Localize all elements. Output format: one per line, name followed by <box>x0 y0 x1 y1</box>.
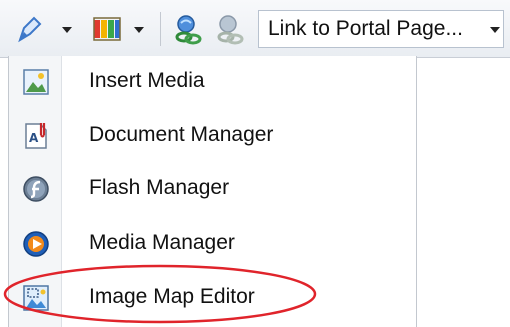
media-manager-icon <box>21 229 51 259</box>
link-combo-label: Link to Portal Page... <box>268 17 463 40</box>
chevron-down-icon <box>490 27 500 33</box>
menu-item-document-manager[interactable]: A Document Manager <box>9 111 416 161</box>
menu-item-label: Insert Media <box>89 69 205 92</box>
link-to-portal-page-dropdown[interactable]: Link to Portal Page... <box>258 10 504 48</box>
unlink-icon <box>214 14 246 46</box>
menu-item-label: Document Manager <box>89 123 274 146</box>
menu-item-label: Flash Manager <box>89 176 230 199</box>
editor-toolbar: Link to Portal Page... <box>0 0 510 58</box>
editor-stage: Link to Portal Page... Insert Media A Do… <box>0 0 510 327</box>
colors-palette-icon <box>92 16 122 42</box>
toolbar-separator <box>160 12 161 46</box>
chevron-down-icon <box>134 27 144 33</box>
document-manager-icon: A <box>21 121 51 151</box>
link-pencil-dropdown-button[interactable] <box>10 12 78 46</box>
chevron-down-icon <box>62 27 72 33</box>
menu-item-flash-manager[interactable]: Flash Manager <box>9 164 416 214</box>
link-pencil-icon <box>14 14 44 44</box>
menu-item-label: Media Manager <box>89 231 235 254</box>
link-icon <box>172 14 204 46</box>
colors-dropdown-button[interactable] <box>88 12 152 46</box>
insert-media-icon <box>21 67 51 97</box>
remove-link-button[interactable] <box>212 12 248 46</box>
flash-manager-icon <box>21 174 51 204</box>
svg-text:A: A <box>29 131 39 145</box>
menu-item-insert-media[interactable]: Insert Media <box>9 57 416 107</box>
highlight-ellipse <box>3 264 317 324</box>
insert-link-button[interactable] <box>170 12 206 46</box>
